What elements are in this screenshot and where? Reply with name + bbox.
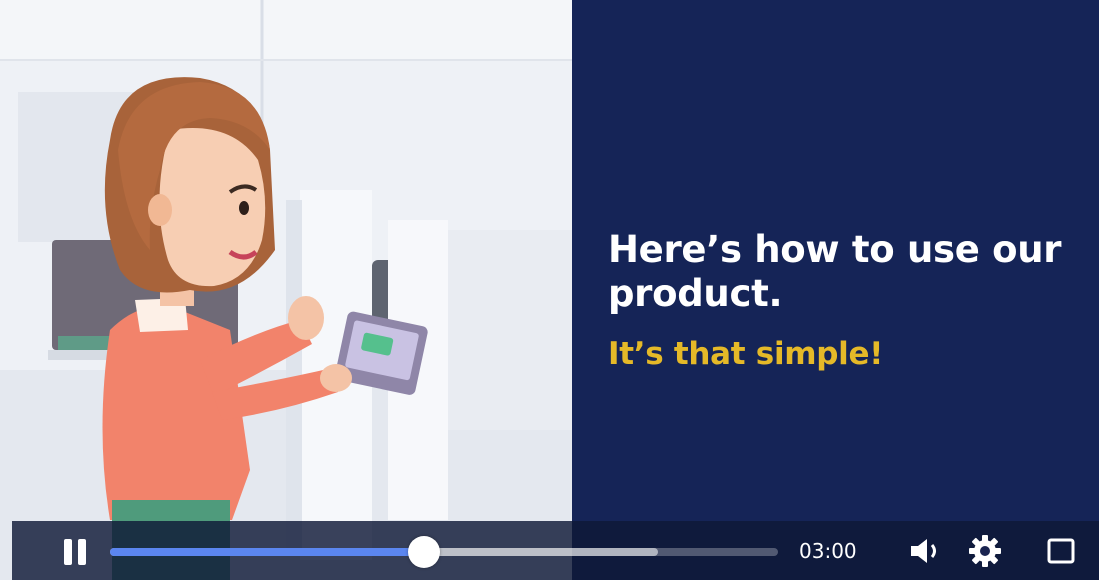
control-bar: 03:00 bbox=[12, 521, 1099, 580]
seek-handle[interactable] bbox=[407, 536, 440, 568]
settings-button[interactable] bbox=[968, 534, 1002, 568]
seek-played bbox=[110, 548, 424, 556]
slide-subline: It’s that simple! bbox=[608, 336, 884, 372]
volume-button[interactable] bbox=[908, 536, 944, 566]
gear-icon bbox=[969, 535, 1001, 567]
text-panel: Here’s how to use our product. It’s that… bbox=[572, 0, 1099, 580]
volume-icon bbox=[911, 539, 936, 563]
seek-bar[interactable] bbox=[110, 536, 778, 568]
video-illustration bbox=[0, 0, 572, 580]
fullscreen-icon bbox=[1047, 538, 1075, 564]
pause-icon bbox=[64, 539, 72, 565]
fullscreen-button[interactable] bbox=[1046, 537, 1076, 565]
slide-headline: Here’s how to use our product. bbox=[608, 228, 1062, 315]
time-display: 03:00 bbox=[799, 539, 857, 563]
pause-button[interactable] bbox=[60, 537, 90, 567]
woman-scanning-illustration bbox=[0, 0, 572, 580]
video-player[interactable]: Here’s how to use our product. It’s that… bbox=[0, 0, 1099, 580]
